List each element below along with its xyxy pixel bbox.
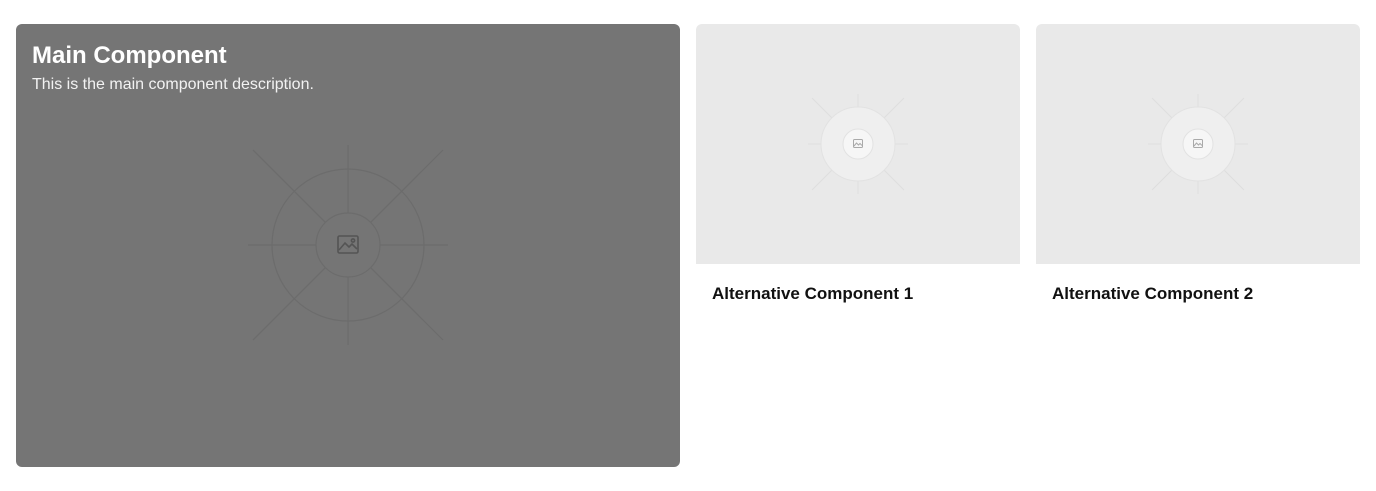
page: Main Component This is the main componen…: [0, 0, 1376, 491]
alternative-component-title-1: Alternative Component 1: [712, 284, 914, 303]
alternative-image-placeholder-2: [1036, 24, 1360, 264]
alternative-component-card-2[interactable]: Alternative Component 2: [1036, 24, 1360, 324]
alternative-image-placeholder-1: [696, 24, 1020, 264]
main-component-title: Main Component: [32, 42, 227, 69]
alternative-component-card-1[interactable]: Alternative Component 1: [696, 24, 1020, 324]
main-component-card[interactable]: Main Component This is the main componen…: [16, 24, 680, 467]
alternative-component-title-2: Alternative Component 2: [1052, 284, 1254, 303]
main-component-description: This is the main component description.: [32, 76, 314, 93]
